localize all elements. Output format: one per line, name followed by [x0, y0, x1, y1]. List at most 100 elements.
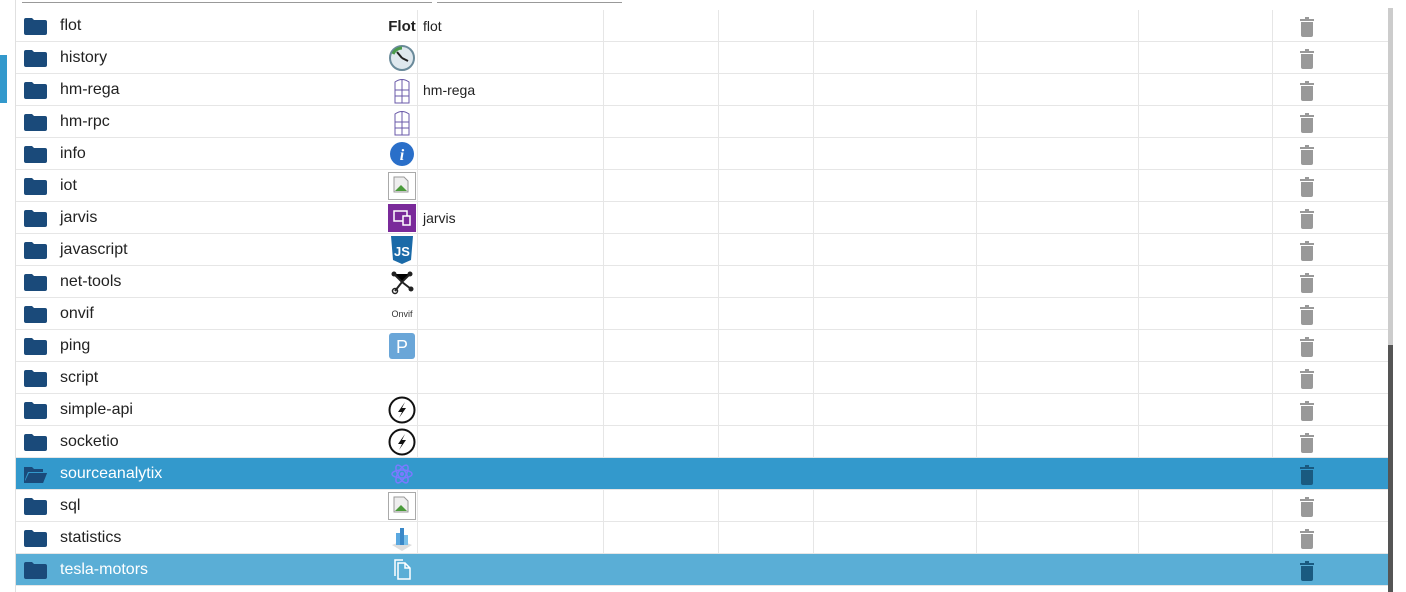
trash-icon[interactable] [1299, 561, 1315, 581]
column-divider [718, 298, 719, 329]
trash-icon[interactable] [1299, 433, 1315, 453]
trash-icon[interactable] [1299, 17, 1315, 37]
svg-text:JS: JS [394, 244, 410, 259]
column-divider [417, 266, 418, 297]
folder-icon[interactable] [24, 562, 47, 579]
folder-icon[interactable] [24, 370, 47, 387]
table-row[interactable]: sourceanalytix [16, 458, 1388, 490]
table-row[interactable]: simple-api [16, 394, 1388, 426]
row-title: hm-rega [423, 82, 476, 98]
column-divider [417, 522, 418, 553]
row-name: net-tools [60, 273, 122, 290]
onvif-logo: Onvif [391, 309, 413, 319]
table-row[interactable]: history [16, 42, 1388, 74]
column-divider [603, 330, 604, 361]
column-divider [1138, 298, 1139, 329]
folder-open-icon[interactable] [24, 466, 47, 483]
ping-icon: P [388, 332, 416, 360]
trash-icon[interactable] [1299, 209, 1315, 229]
column-divider [718, 138, 719, 169]
trash-icon[interactable] [1299, 369, 1315, 389]
table-row[interactable]: statistics [16, 522, 1388, 554]
table-row[interactable]: net-tools [16, 266, 1388, 298]
trash-icon[interactable] [1299, 113, 1315, 133]
trash-icon[interactable] [1299, 465, 1315, 485]
column-divider [1272, 42, 1273, 73]
folder-icon[interactable] [24, 338, 47, 355]
folder-icon[interactable] [24, 306, 47, 323]
column-divider [1272, 298, 1273, 329]
column-divider [813, 10, 814, 41]
table-row[interactable]: ping P [16, 330, 1388, 362]
column-divider [718, 490, 719, 521]
copy-icon [388, 556, 416, 584]
column-divider [813, 266, 814, 297]
column-divider [603, 138, 604, 169]
column-divider [603, 10, 604, 41]
trash-icon[interactable] [1299, 145, 1315, 165]
column-divider [1138, 234, 1139, 265]
folder-icon[interactable] [24, 434, 47, 451]
folder-icon[interactable] [24, 18, 47, 35]
table-row[interactable]: hm-rega hm-rega [16, 74, 1388, 106]
table-row[interactable]: jarvis jarvis [16, 202, 1388, 234]
trash-icon[interactable] [1299, 529, 1315, 549]
table-row[interactable]: info i [16, 138, 1388, 170]
trash-icon[interactable] [1299, 49, 1315, 69]
trash-icon[interactable] [1299, 497, 1315, 517]
folder-icon[interactable] [24, 530, 47, 547]
column-divider [718, 554, 719, 585]
trash-icon[interactable] [1299, 81, 1315, 101]
table-row[interactable]: flot Flot flot [16, 10, 1388, 42]
trash-icon[interactable] [1299, 337, 1315, 357]
folder-icon[interactable] [24, 242, 47, 259]
column-divider [1272, 458, 1273, 489]
folder-icon[interactable] [24, 146, 47, 163]
scrollbar-thumb[interactable] [1388, 345, 1393, 592]
table-row[interactable]: script [16, 362, 1388, 394]
row-name: iot [60, 177, 77, 194]
table-row[interactable]: sql [16, 490, 1388, 522]
info-icon: i [388, 140, 416, 168]
trash-icon[interactable] [1299, 273, 1315, 293]
column-divider [718, 10, 719, 41]
column-divider [976, 362, 977, 393]
folder-icon[interactable] [24, 402, 47, 419]
filter-input-name[interactable] [22, 2, 432, 3]
folder-icon[interactable] [24, 274, 47, 291]
folder-icon[interactable] [24, 498, 47, 515]
folder-icon[interactable] [24, 114, 47, 131]
column-divider [718, 42, 719, 73]
column-divider [1138, 426, 1139, 457]
folder-icon[interactable] [24, 178, 47, 195]
trash-icon[interactable] [1299, 241, 1315, 261]
column-divider [976, 42, 977, 73]
trash-icon[interactable] [1299, 401, 1315, 421]
trash-icon[interactable] [1299, 305, 1315, 325]
table-row[interactable]: javascript JS [16, 234, 1388, 266]
table-row[interactable]: tesla-motors [16, 554, 1388, 586]
column-divider [976, 458, 977, 489]
column-divider [1138, 202, 1139, 233]
column-divider [976, 394, 977, 425]
column-divider [417, 138, 418, 169]
column-divider [603, 106, 604, 137]
folder-icon[interactable] [24, 210, 47, 227]
column-divider [718, 330, 719, 361]
folder-icon[interactable] [24, 82, 47, 99]
table-row[interactable]: hm-rpc [16, 106, 1388, 138]
table-row[interactable]: onvif Onvif [16, 298, 1388, 330]
column-divider [1272, 234, 1273, 265]
column-divider [976, 138, 977, 169]
table-row[interactable]: socketio [16, 426, 1388, 458]
table-row[interactable]: iot [16, 170, 1388, 202]
column-divider [417, 426, 418, 457]
trash-icon[interactable] [1299, 177, 1315, 197]
column-divider [603, 266, 604, 297]
filter-input-title[interactable] [437, 2, 622, 3]
column-divider [417, 330, 418, 361]
column-divider [813, 234, 814, 265]
column-divider [603, 298, 604, 329]
folder-icon[interactable] [24, 50, 47, 67]
column-divider [603, 74, 604, 105]
